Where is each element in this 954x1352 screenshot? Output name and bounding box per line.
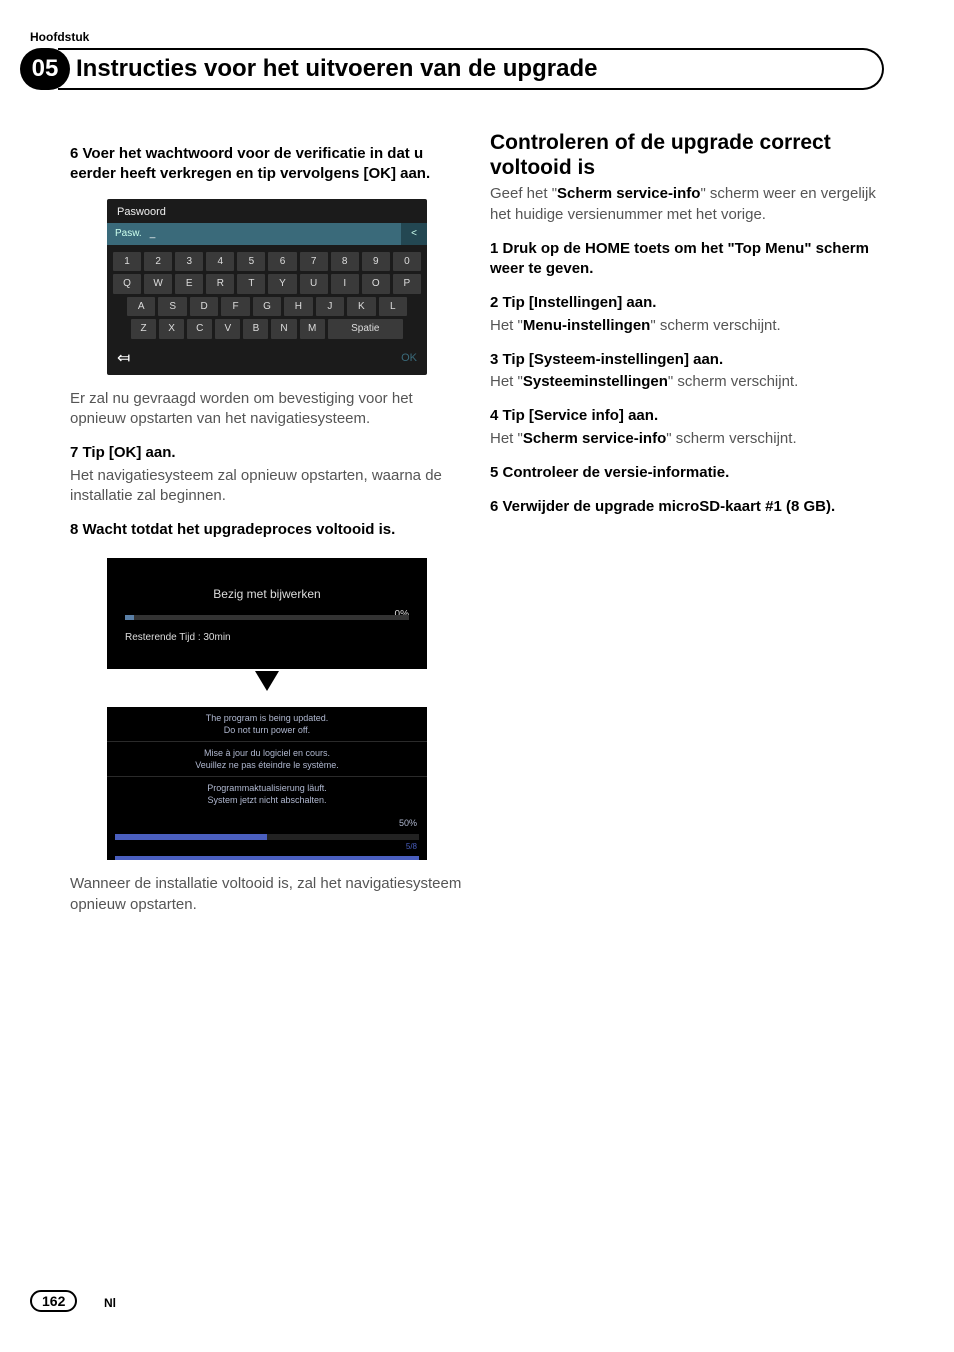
key: 9 — [362, 252, 390, 272]
right-step-4: 4 Tip [Service info] aan. — [490, 406, 884, 426]
left-column: 6 Voer het wachtwoord voor de verificati… — [70, 130, 464, 915]
prog2-percent: 50% — [107, 811, 427, 831]
prog2-msg-en-1: The program is being updated. — [206, 713, 329, 723]
key: 7 — [300, 252, 328, 272]
key: S — [158, 297, 186, 317]
prog2-msg-de: Programmaktualisierung läuft. System jet… — [107, 777, 427, 811]
right-step-5: 5 Controleer de versie-informatie. — [490, 463, 884, 483]
key: I — [331, 274, 359, 294]
prog1-title: Bezig met bijwerken — [125, 586, 409, 602]
key: R — [206, 274, 234, 294]
kbd-ok-label: OK — [401, 351, 417, 367]
key: 0 — [393, 252, 421, 272]
kbd-field-label: Pasw. — [107, 223, 150, 245]
key: U — [300, 274, 328, 294]
key: Y — [268, 274, 296, 294]
key: A — [127, 297, 155, 317]
key: D — [190, 297, 218, 317]
kbd-back-icon: ⤆ — [117, 351, 130, 367]
language-code: Nl — [104, 1296, 116, 1310]
key: L — [379, 297, 407, 317]
prog2-step-count: 5/8 — [107, 842, 427, 855]
key: Q — [113, 274, 141, 294]
key: T — [237, 274, 265, 294]
key: M — [300, 319, 325, 339]
key: N — [271, 319, 296, 339]
key: E — [175, 274, 203, 294]
chapter-header: 05 Instructies voor het uitvoeren van de… — [20, 48, 884, 90]
right-step-6: 6 Verwijder de upgrade microSD-kaart #1 … — [490, 497, 884, 517]
prog2-msg-fr-2: Veuillez ne pas éteindre le système. — [195, 760, 339, 770]
kbd-title: Paswoord — [107, 199, 427, 224]
step-6-body: Er zal nu gevraagd worden om bevestiging… — [70, 389, 464, 430]
arrow-down-icon — [255, 671, 279, 691]
prog2-msg-de-2: System jetzt nicht abschalten. — [207, 795, 326, 805]
key: Z — [131, 319, 156, 339]
key: K — [347, 297, 375, 317]
arrow-down-icon — [261, 641, 273, 655]
step-6-heading: 6 Voer het wachtwoord voor de verificati… — [70, 144, 464, 185]
key: O — [362, 274, 390, 294]
progress-screenshot-2: The program is being updated. Do not tur… — [107, 707, 427, 861]
kbd-field-row: Pasw. _ < — [107, 223, 427, 245]
chapter-number-badge: 05 — [20, 48, 70, 90]
verify-heading: Controleren of de upgrade correct voltoo… — [490, 130, 884, 180]
prog2-msg-fr-1: Mise à jour du logiciel en cours. — [204, 748, 330, 758]
prog2-msg-en-2: Do not turn power off. — [224, 725, 310, 735]
kbd-cursor: _ — [150, 227, 156, 241]
prog2-msg-de-1: Programmaktualisierung läuft. — [207, 783, 327, 793]
key: H — [284, 297, 312, 317]
key: 2 — [144, 252, 172, 272]
key: X — [159, 319, 184, 339]
key: 6 — [268, 252, 296, 272]
step-7-heading: 7 Tip [OK] aan. — [70, 443, 464, 463]
prog2-bar — [115, 834, 419, 840]
password-keyboard-screenshot: Paswoord Pasw. _ < 1234567890 QWERTYUIOP… — [107, 199, 427, 375]
right-step-1: 1 Druk op de HOME toets om het "Top Menu… — [490, 239, 884, 280]
key: 8 — [331, 252, 359, 272]
kbd-backspace-icon: < — [401, 223, 427, 245]
step-7-body: Het navigatiesysteem zal opnieuw opstart… — [70, 466, 464, 507]
key: F — [221, 297, 249, 317]
key: 5 — [237, 252, 265, 272]
right-step-4-body: Het "Scherm service-info" scherm verschi… — [490, 429, 884, 449]
right-step-3: 3 Tip [Systeem-instellingen] aan. — [490, 350, 884, 370]
page-number: 162 — [30, 1290, 77, 1312]
key: 3 — [175, 252, 203, 272]
right-step-3-body: Het "Systeeminstellingen" scherm verschi… — [490, 372, 884, 392]
key: V — [215, 319, 240, 339]
right-step-2-body: Het "Menu-instellingen" scherm verschijn… — [490, 316, 884, 336]
key: C — [187, 319, 212, 339]
verify-intro: Geef het "Scherm service-info" scherm we… — [490, 184, 884, 225]
key: G — [253, 297, 281, 317]
key: P — [393, 274, 421, 294]
step-8-body: Wanneer de installatie voltooid is, zal … — [70, 874, 464, 915]
chapter-title-container: Instructies voor het uitvoeren van de up… — [58, 48, 884, 90]
step-8-heading: 8 Wacht totdat het upgradeproces voltooi… — [70, 520, 464, 540]
prog2-msg-en: The program is being updated. Do not tur… — [107, 707, 427, 742]
key: 1 — [113, 252, 141, 272]
key: J — [316, 297, 344, 317]
chapter-label: Hoofdstuk — [30, 30, 884, 44]
key: Spatie — [328, 319, 403, 339]
key: B — [243, 319, 268, 339]
prog2-msg-fr: Mise à jour du logiciel en cours. Veuill… — [107, 742, 427, 777]
prog1-bar — [125, 615, 409, 620]
chapter-title: Instructies voor het uitvoeren van de up… — [76, 55, 597, 83]
prog2-bottom-bar — [115, 856, 419, 860]
key: W — [144, 274, 172, 294]
key: 4 — [206, 252, 234, 272]
right-column: Controleren of de upgrade correct voltoo… — [490, 130, 884, 915]
right-step-2: 2 Tip [Instellingen] aan. — [490, 293, 884, 313]
